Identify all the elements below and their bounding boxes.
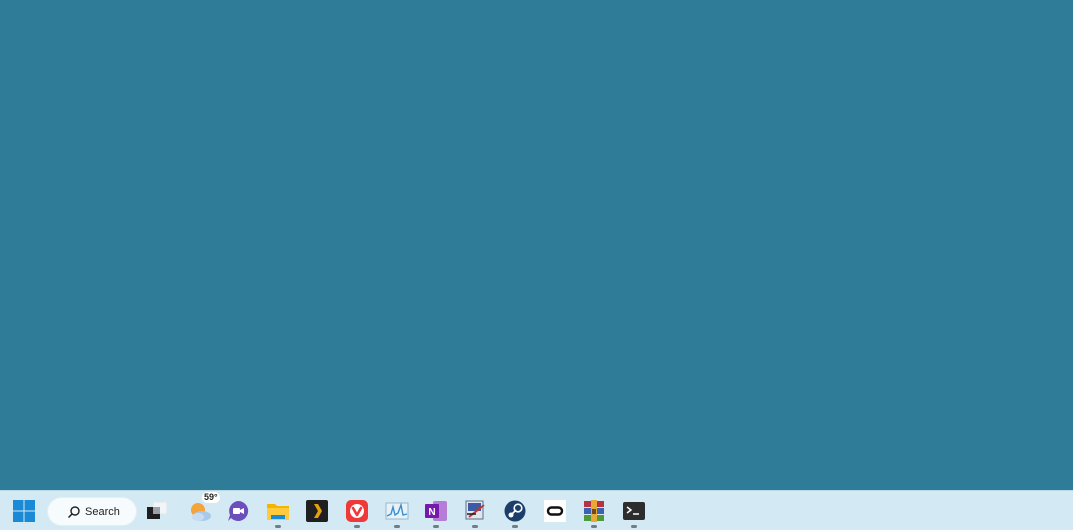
weather-widget-button[interactable]: 59° <box>183 492 220 529</box>
snipping-editor-button[interactable] <box>457 493 493 529</box>
running-indicator <box>472 525 478 528</box>
running-indicator <box>354 525 360 528</box>
pen-screen-icon <box>465 500 485 520</box>
windows-logo-icon <box>13 500 35 522</box>
svg-text:N: N <box>428 507 435 518</box>
winrar-button[interactable] <box>576 493 612 529</box>
search-box[interactable]: Search <box>48 498 136 525</box>
onenote-icon: N <box>425 501 447 521</box>
vivaldi-button[interactable] <box>339 493 375 529</box>
running-indicator <box>591 525 597 528</box>
oculus-button[interactable] <box>537 493 573 529</box>
start-button[interactable] <box>6 493 42 529</box>
running-indicator <box>631 525 637 528</box>
terminal-icon <box>623 502 645 520</box>
winrar-icon <box>584 500 604 522</box>
oculus-icon <box>544 500 566 522</box>
running-indicator <box>512 525 518 528</box>
terminal-button[interactable] <box>616 493 652 529</box>
running-indicator <box>433 525 439 528</box>
video-chat-icon <box>228 500 249 521</box>
search-label: Search <box>85 505 120 518</box>
file-explorer-button[interactable] <box>260 493 296 529</box>
onenote-button[interactable]: N <box>418 493 454 529</box>
plex-chevron-icon <box>306 500 328 522</box>
graph-monitor-icon <box>385 502 409 520</box>
folder-icon <box>267 504 289 520</box>
search-icon <box>67 505 80 518</box>
taskbar: Search 59° N <box>0 490 1073 530</box>
weather-partly-cloudy-icon <box>191 503 211 521</box>
task-view-icon <box>147 501 168 519</box>
desktop[interactable] <box>0 0 1073 490</box>
resource-monitor-button[interactable] <box>379 493 415 529</box>
task-view-button[interactable] <box>139 493 175 529</box>
chat-button[interactable] <box>220 493 256 529</box>
steam-button[interactable] <box>497 493 533 529</box>
running-indicator <box>275 525 281 528</box>
running-indicator <box>394 525 400 528</box>
vivaldi-icon <box>346 500 368 522</box>
plex-button[interactable] <box>299 493 335 529</box>
weather-temperature: 59° <box>202 492 220 503</box>
steam-icon <box>504 500 526 522</box>
